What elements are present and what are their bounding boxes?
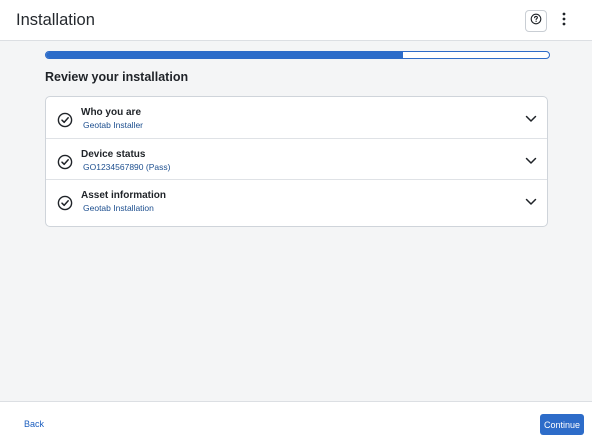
help-button[interactable]: [525, 10, 547, 32]
page-title: Installation: [16, 11, 95, 29]
chevron-down-icon[interactable]: [525, 115, 537, 123]
review-item-title: Who you are: [81, 107, 142, 118]
review-item-title: Asset information: [81, 190, 167, 201]
check-circle-icon: [57, 195, 73, 211]
back-button[interactable]: Back: [24, 419, 44, 429]
review-item-asset-information[interactable]: Asset information Geotab Installation: [46, 180, 547, 222]
app-header: Installation: [0, 0, 592, 41]
chevron-down-icon[interactable]: [525, 198, 537, 206]
installation-app: Installation Review your installation Wh…: [0, 0, 592, 444]
review-item-who-you-are[interactable]: Who you are Geotab Installer: [46, 97, 547, 139]
chevron-down-icon[interactable]: [525, 157, 537, 165]
review-item-subtitle: Geotab Installer: [83, 120, 144, 130]
progress-bar: [45, 51, 550, 59]
more-vertical-icon: [562, 12, 566, 31]
check-circle-icon: [57, 112, 73, 128]
more-options-button[interactable]: [555, 10, 573, 32]
check-circle-icon: [57, 154, 73, 169]
section-title: Review your installation: [45, 70, 189, 84]
review-item-subtitle: GO1234567890 (Pass): [83, 161, 171, 172]
footer-bar: Back Continue: [0, 401, 592, 444]
review-card: Who you are Geotab Installer Device stat…: [45, 96, 548, 227]
review-item-device-status[interactable]: Device status GO1234567890 (Pass): [46, 139, 547, 180]
help-circle-icon: [530, 12, 542, 30]
review-item-title: Device status: [81, 148, 146, 160]
progress-bar-fill: [46, 52, 404, 58]
continue-button[interactable]: Continue: [540, 414, 584, 435]
review-item-subtitle: Geotab Installation: [83, 203, 154, 213]
